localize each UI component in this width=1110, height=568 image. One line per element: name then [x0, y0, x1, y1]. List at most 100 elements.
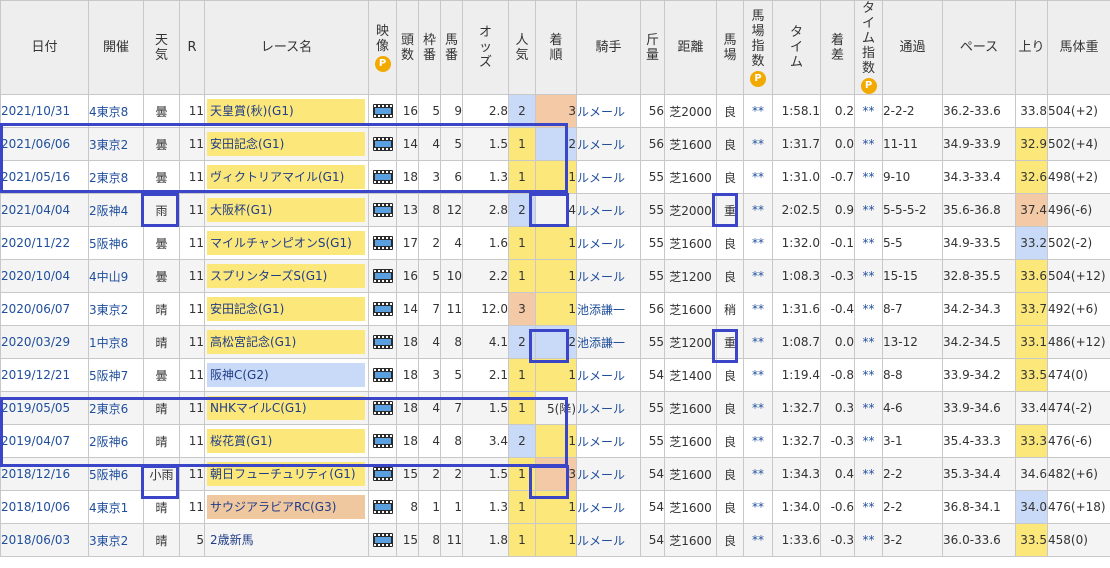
- date-link[interactable]: 2019/12/21: [0, 358, 89, 392]
- jockey-link[interactable]: ルメール: [576, 391, 641, 425]
- jockey-link[interactable]: 池添謙一: [576, 325, 641, 359]
- date-link[interactable]: 2021/04/04: [0, 193, 89, 227]
- jockey-link[interactable]: ルメール: [576, 94, 641, 128]
- video-icon[interactable]: [372, 368, 393, 383]
- date-link[interactable]: 2021/05/16: [0, 160, 89, 194]
- race-name-link[interactable]: 2歳新馬: [207, 528, 365, 552]
- time-index-cell[interactable]: **: [854, 457, 883, 491]
- venue-link[interactable]: 4東京1: [88, 490, 144, 524]
- race-name-link[interactable]: 高松宮記念(G1): [207, 330, 365, 354]
- race-name-link[interactable]: 阪神C(G2): [207, 363, 365, 387]
- time-index-cell[interactable]: **: [854, 160, 883, 194]
- jockey-link[interactable]: ルメール: [576, 226, 641, 260]
- race-name-link[interactable]: ヴィクトリアマイル(G1): [207, 165, 365, 189]
- time-index-cell[interactable]: **: [854, 424, 883, 458]
- jockey-link[interactable]: ルメール: [576, 160, 641, 194]
- jockey-link[interactable]: ルメール: [576, 490, 641, 524]
- video-icon[interactable]: [372, 104, 393, 119]
- time-index-cell[interactable]: **: [854, 391, 883, 425]
- track-index-cell[interactable]: **: [743, 358, 773, 392]
- date-link[interactable]: 2018/10/06: [0, 490, 89, 524]
- time-index-cell[interactable]: **: [854, 292, 883, 326]
- date-link[interactable]: 2018/06/03: [0, 523, 89, 557]
- date-link[interactable]: 2020/10/04: [0, 259, 89, 293]
- video-icon[interactable]: [372, 236, 393, 251]
- time-index-cell[interactable]: **: [854, 226, 883, 260]
- race-name-link[interactable]: マイルチャンピオンS(G1): [207, 231, 365, 255]
- jockey-link[interactable]: ルメール: [576, 358, 641, 392]
- venue-link[interactable]: 3東京2: [88, 292, 144, 326]
- time-index-cell[interactable]: **: [854, 94, 883, 128]
- video-icon[interactable]: [372, 269, 393, 284]
- venue-link[interactable]: 1中京8: [88, 325, 144, 359]
- video-icon[interactable]: [372, 467, 393, 482]
- track-index-cell[interactable]: **: [743, 160, 773, 194]
- venue-link[interactable]: 5阪神6: [88, 226, 144, 260]
- race-name-link[interactable]: スプリンターズS(G1): [207, 264, 365, 288]
- track-index-cell[interactable]: **: [743, 457, 773, 491]
- venue-link[interactable]: 2阪神6: [88, 424, 144, 458]
- race-name-link[interactable]: 桜花賞(G1): [207, 429, 365, 453]
- heads-cell: 14: [396, 127, 419, 161]
- video-icon[interactable]: [372, 335, 393, 350]
- video-icon[interactable]: [372, 434, 393, 449]
- video-icon[interactable]: [372, 500, 393, 515]
- time-index-cell[interactable]: **: [854, 358, 883, 392]
- jockey-link[interactable]: ルメール: [576, 193, 641, 227]
- race-name-link[interactable]: 朝日フューチュリティ(G1): [207, 462, 365, 486]
- venue-link[interactable]: 5阪神7: [88, 358, 144, 392]
- race-name-link[interactable]: 安田記念(G1): [207, 132, 365, 156]
- video-icon[interactable]: [372, 203, 393, 218]
- date-link[interactable]: 2020/06/07: [0, 292, 89, 326]
- time-index-cell[interactable]: **: [854, 490, 883, 524]
- jockey-link[interactable]: ルメール: [576, 127, 641, 161]
- venue-link[interactable]: 2阪神4: [88, 193, 144, 227]
- race-name-link[interactable]: NHKマイルC(G1): [207, 396, 365, 420]
- race-name-link[interactable]: 天皇賞(秋)(G1): [207, 99, 365, 123]
- track-index-cell[interactable]: **: [743, 127, 773, 161]
- video-icon[interactable]: [372, 170, 393, 185]
- video-icon[interactable]: [372, 401, 393, 416]
- venue-link[interactable]: 5阪神6: [88, 457, 144, 491]
- track-index-cell[interactable]: **: [743, 259, 773, 293]
- date-link[interactable]: 2018/12/16: [0, 457, 89, 491]
- time-index-cell[interactable]: **: [854, 325, 883, 359]
- track-index-cell[interactable]: **: [743, 391, 773, 425]
- date-link[interactable]: 2020/03/29: [0, 325, 89, 359]
- date-link[interactable]: 2019/04/07: [0, 424, 89, 458]
- time-index-cell[interactable]: **: [854, 523, 883, 557]
- jockey-link[interactable]: ルメール: [576, 424, 641, 458]
- venue-link[interactable]: 3東京2: [88, 127, 144, 161]
- track-index-cell[interactable]: **: [743, 523, 773, 557]
- venue-link[interactable]: 2東京6: [88, 391, 144, 425]
- track-index-cell[interactable]: **: [743, 193, 773, 227]
- jockey-link[interactable]: ルメール: [576, 259, 641, 293]
- race-name-link[interactable]: サウジアラビアRC(G3): [207, 495, 365, 519]
- venue-link[interactable]: 2東京8: [88, 160, 144, 194]
- track-index-cell[interactable]: **: [743, 325, 773, 359]
- track-index-cell[interactable]: **: [743, 490, 773, 524]
- track-index-cell[interactable]: **: [743, 94, 773, 128]
- time-index-cell[interactable]: **: [854, 193, 883, 227]
- date-link[interactable]: 2021/10/31: [0, 94, 89, 128]
- video-icon[interactable]: [372, 137, 393, 152]
- video-icon-screen: [374, 537, 391, 544]
- venue-link[interactable]: 3東京2: [88, 523, 144, 557]
- date-link[interactable]: 2019/05/05: [0, 391, 89, 425]
- jockey-link[interactable]: ルメール: [576, 523, 641, 557]
- video-icon[interactable]: [372, 533, 393, 548]
- time-index-cell[interactable]: **: [854, 259, 883, 293]
- race-name-link[interactable]: 安田記念(G1): [207, 297, 365, 321]
- video-icon[interactable]: [372, 302, 393, 317]
- jockey-link[interactable]: ルメール: [576, 457, 641, 491]
- venue-link[interactable]: 4東京8: [88, 94, 144, 128]
- jockey-link[interactable]: 池添謙一: [576, 292, 641, 326]
- track-index-cell[interactable]: **: [743, 292, 773, 326]
- venue-link[interactable]: 4中山9: [88, 259, 144, 293]
- time-index-cell[interactable]: **: [854, 127, 883, 161]
- track-index-cell[interactable]: **: [743, 424, 773, 458]
- date-link[interactable]: 2021/06/06: [0, 127, 89, 161]
- date-link[interactable]: 2020/11/22: [0, 226, 89, 260]
- race-name-link[interactable]: 大阪杯(G1): [207, 198, 365, 222]
- track-index-cell[interactable]: **: [743, 226, 773, 260]
